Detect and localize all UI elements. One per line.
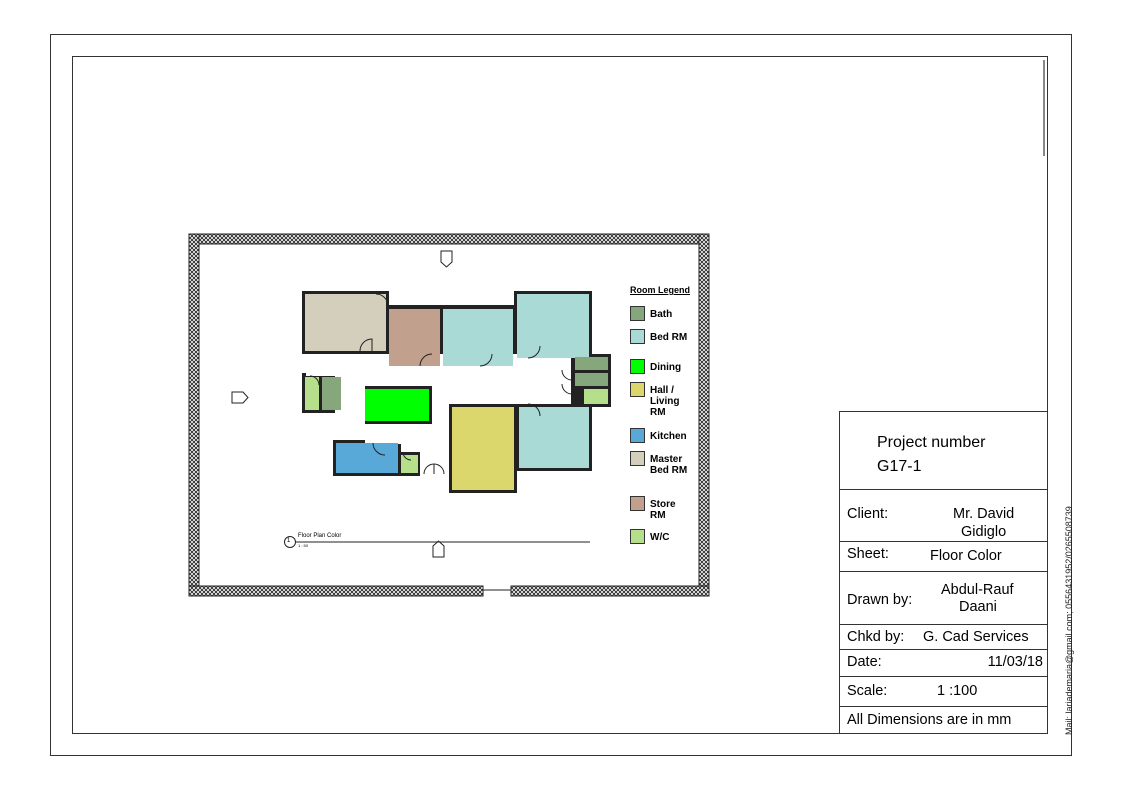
sheet-value: Floor Color: [930, 548, 1002, 564]
legend-item: Dining: [630, 359, 700, 382]
room-hall-living: [452, 407, 514, 490]
legend-label: Dining: [650, 362, 682, 373]
legend-swatch: [630, 451, 645, 466]
date-label: Date:: [847, 654, 882, 670]
project-number-label: Project number: [877, 434, 986, 451]
client-name-line1: Mr. David: [953, 506, 1015, 522]
room-legend: Bath Bed RM Dining Hall / Living RM Kitchen M…: [630, 306, 700, 552]
scale-row: Scale: 1 :100: [840, 676, 1047, 706]
scale-value: 1 :100: [937, 683, 978, 699]
legend-item: Master Bed RM: [630, 451, 700, 496]
room-bath-3: [575, 373, 608, 386]
legend-label: Bed RM: [650, 332, 688, 343]
legend-swatch: [630, 359, 645, 374]
room-wc-2: [401, 455, 418, 473]
room-store: [389, 309, 440, 366]
checked-row: Chkd by: G. Cad Services: [840, 624, 1047, 649]
drawn-name-line1: Abdul-Rauf: [941, 582, 1014, 598]
legend-label: Master Bed RM: [650, 454, 688, 476]
room-wc-3: [584, 389, 608, 404]
room-dining: [365, 389, 429, 421]
project-number: G17-1: [877, 458, 922, 475]
checked-value: G. Cad Services: [923, 629, 1029, 645]
legend-item: Store RM: [630, 496, 700, 529]
room-master-bed: [305, 294, 386, 351]
legend-swatch: [630, 496, 645, 511]
legend-item: Bed RM: [630, 329, 700, 359]
legend-label: Store RM: [650, 499, 676, 521]
date-row: Date: 11/03/18: [840, 649, 1047, 676]
date-value: 11/03/18: [987, 654, 1043, 670]
sheet-row: Sheet: Floor Color: [840, 541, 1047, 571]
legend-label: W/C: [650, 532, 670, 543]
room-kitchen: [336, 443, 398, 473]
client-row: Client: Mr. David Gidiglo: [840, 489, 1047, 549]
legend-item: W/C: [630, 529, 700, 552]
room-bath-2: [575, 357, 608, 370]
legend-swatch: [630, 428, 645, 443]
view-name: Floor Plan Color: [298, 533, 342, 539]
legend-label: Kitchen: [650, 431, 687, 442]
room-bath-1: [322, 377, 341, 410]
legend-swatch: [630, 306, 645, 321]
legend-swatch: [630, 329, 645, 344]
legend-label: Hall / Living RM: [650, 385, 680, 418]
drawn-row: Drawn by: Abdul-Rauf Daani: [840, 571, 1047, 624]
checked-label: Chkd by:: [847, 629, 905, 645]
client-label: Client:: [847, 506, 889, 522]
client-name-line2: Gidiglo: [961, 524, 1007, 540]
legend-item: Kitchen: [630, 428, 700, 451]
note-row: All Dimensions are in mm: [840, 706, 1047, 735]
legend-swatch: [630, 382, 645, 397]
legend-item: Bath: [630, 306, 700, 329]
legend-label: Bath: [650, 309, 673, 320]
legend-item: Hall / Living RM: [630, 382, 700, 428]
sheet-label: Sheet:: [847, 546, 889, 562]
room-bed-1: [443, 309, 513, 366]
title-block: Project number G17-1 Client: Mr. David G…: [839, 411, 1048, 734]
dimensions-note: All Dimensions are in mm: [847, 712, 1012, 728]
scale-label: Scale:: [847, 683, 888, 699]
drawn-name-line2: Daani: [959, 599, 997, 615]
room-bed-3: [519, 407, 589, 468]
view-number: 1: [287, 538, 291, 544]
drawn-label: Drawn by:: [847, 592, 913, 608]
view-scale: 1 : 50: [298, 543, 309, 548]
room-bed-2: [517, 294, 589, 358]
legend-swatch: [630, 529, 645, 544]
legend-title: Room Legend: [630, 285, 690, 295]
contact-info: Mail: lariademaria@gmail.com; 0556431952…: [1064, 506, 1074, 735]
room-wc-1: [305, 377, 319, 410]
